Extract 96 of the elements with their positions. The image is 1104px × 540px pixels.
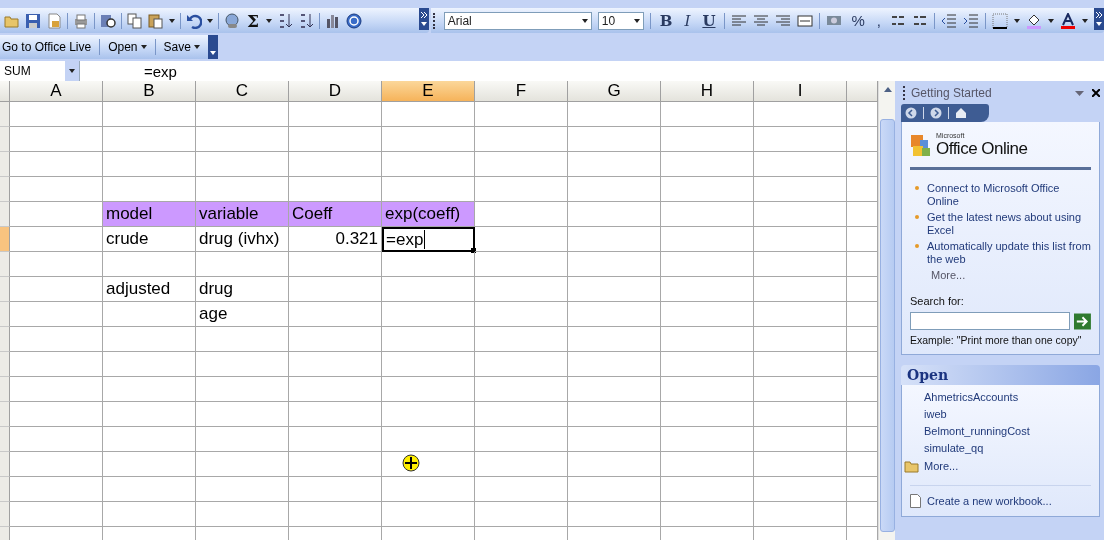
- sort-descending-icon[interactable]: [298, 12, 315, 29]
- font-size-field[interactable]: 10: [597, 11, 644, 30]
- align-center-icon[interactable]: [753, 12, 770, 29]
- active-cell[interactable]: =exp: [382, 227, 475, 252]
- home-icon[interactable]: [955, 107, 967, 119]
- increase-indent-icon[interactable]: [963, 12, 979, 29]
- table-cell: age: [196, 302, 289, 327]
- toolbar-options-icon[interactable]: [1094, 7, 1104, 30]
- globe-link-icon[interactable]: [224, 12, 240, 29]
- column-header[interactable]: [847, 81, 878, 102]
- underline-button[interactable]: U: [699, 11, 719, 30]
- select-all-corner[interactable]: [0, 81, 10, 102]
- recent-file-link[interactable]: Belmont_runningCost: [924, 425, 1091, 437]
- toolbar-button[interactable]: Go to Office Live: [0, 40, 94, 54]
- help-icon[interactable]: [346, 12, 363, 29]
- undo-icon[interactable]: [186, 12, 202, 29]
- header-cell: variable: [196, 202, 289, 227]
- search-label: Search for:: [910, 295, 965, 307]
- search-example: Example: "Print more than one copy": [910, 334, 1083, 346]
- header-cell: Coeff: [289, 202, 382, 227]
- toolbar-options-icon[interactable]: [418, 7, 429, 30]
- header-cell: exp(coeff): [382, 202, 475, 227]
- align-right-icon[interactable]: [775, 12, 792, 29]
- search-field[interactable]: [910, 312, 1071, 330]
- caret-icon[interactable]: [1048, 18, 1054, 23]
- header-cell: model: [103, 202, 196, 227]
- research-icon[interactable]: [100, 12, 116, 29]
- caret-icon[interactable]: [207, 18, 213, 23]
- document-lock-icon[interactable]: [46, 12, 62, 29]
- save-icon[interactable]: [25, 12, 41, 29]
- autosum-button[interactable]: Σ: [245, 10, 262, 31]
- column-header[interactable]: F: [475, 81, 568, 102]
- task-link[interactable]: Automatically update this list from the web: [927, 240, 1091, 266]
- open-folder-icon[interactable]: [904, 459, 920, 473]
- fill-color-icon[interactable]: [1026, 12, 1042, 29]
- column-header[interactable]: C: [196, 81, 289, 102]
- go-arrow-icon[interactable]: [1074, 312, 1091, 330]
- table-cell: adjusted: [103, 277, 196, 302]
- scrollbar-thumb[interactable]: [880, 119, 895, 532]
- column-header[interactable]: I: [754, 81, 847, 102]
- caret-icon[interactable]: [69, 69, 75, 73]
- more-link[interactable]: More...: [924, 460, 959, 472]
- paste-icon[interactable]: [148, 12, 164, 29]
- task-link[interactable]: Connect to Microsoft Office Online: [927, 182, 1091, 208]
- column-header[interactable]: A: [10, 81, 103, 102]
- comma-style-button[interactable]: ,: [873, 12, 884, 29]
- align-left-icon[interactable]: [731, 12, 748, 29]
- table-cell: crude: [103, 227, 196, 252]
- create-workbook-link[interactable]: Create a new workbook...: [927, 495, 1052, 507]
- scroll-up-icon[interactable]: [883, 86, 892, 92]
- sort-ascending-icon[interactable]: [277, 12, 294, 29]
- caret-icon[interactable]: [140, 45, 147, 49]
- decrease-indent-icon[interactable]: [941, 12, 957, 29]
- more-link[interactable]: More...: [931, 269, 1091, 281]
- product-name: Office Online: [936, 139, 1028, 158]
- copy-icon[interactable]: [127, 12, 143, 29]
- task-pane-title: Getting Started: [911, 86, 992, 100]
- recent-file-link[interactable]: simulate_qq: [924, 442, 1091, 454]
- font-name-field[interactable]: Arial: [443, 11, 592, 30]
- caret-icon[interactable]: [1014, 18, 1020, 23]
- italic-button[interactable]: I: [681, 11, 694, 30]
- dropdown-icon[interactable]: [1075, 90, 1084, 96]
- font-color-icon[interactable]: [1060, 12, 1076, 29]
- caret-icon[interactable]: [193, 45, 200, 49]
- column-header[interactable]: H: [661, 81, 754, 102]
- table-cell: drug (ivhx): [196, 227, 289, 252]
- caret-icon[interactable]: [1082, 18, 1088, 23]
- forward-icon[interactable]: [930, 107, 942, 119]
- merge-center-icon[interactable]: [797, 12, 814, 29]
- menu-button[interactable]: Open: [106, 40, 149, 54]
- menu-button[interactable]: Save: [161, 40, 202, 54]
- recent-file-link[interactable]: iweb: [924, 408, 1091, 420]
- document-icon[interactable]: [910, 494, 921, 508]
- caret-icon[interactable]: [581, 18, 588, 23]
- table-cell: 0.321: [289, 227, 382, 252]
- column-header[interactable]: E: [382, 81, 475, 102]
- toolbar-options-icon[interactable]: [207, 35, 218, 59]
- back-icon[interactable]: [905, 107, 917, 119]
- bold-button[interactable]: B: [656, 11, 676, 30]
- move-cursor-icon: [402, 454, 420, 472]
- caret-icon[interactable]: [169, 18, 175, 23]
- recent-file-link[interactable]: AhmetricsAccounts: [924, 391, 1091, 403]
- caret-icon[interactable]: [266, 18, 273, 23]
- caret-icon[interactable]: [633, 18, 640, 23]
- column-header[interactable]: D: [289, 81, 382, 102]
- column-header[interactable]: G: [568, 81, 661, 102]
- task-link[interactable]: Get the latest news about using Excel: [927, 211, 1091, 237]
- vertical-scrollbar[interactable]: [878, 81, 895, 540]
- print-icon[interactable]: [73, 12, 89, 29]
- formula-field[interactable]: =exp: [80, 62, 177, 80]
- section-header: Open: [901, 365, 1100, 385]
- column-header[interactable]: B: [103, 81, 196, 102]
- table-cell: drug: [196, 277, 289, 302]
- close-icon[interactable]: [1092, 89, 1100, 97]
- borders-icon[interactable]: [992, 12, 1008, 29]
- percent-style-button[interactable]: %: [848, 12, 868, 29]
